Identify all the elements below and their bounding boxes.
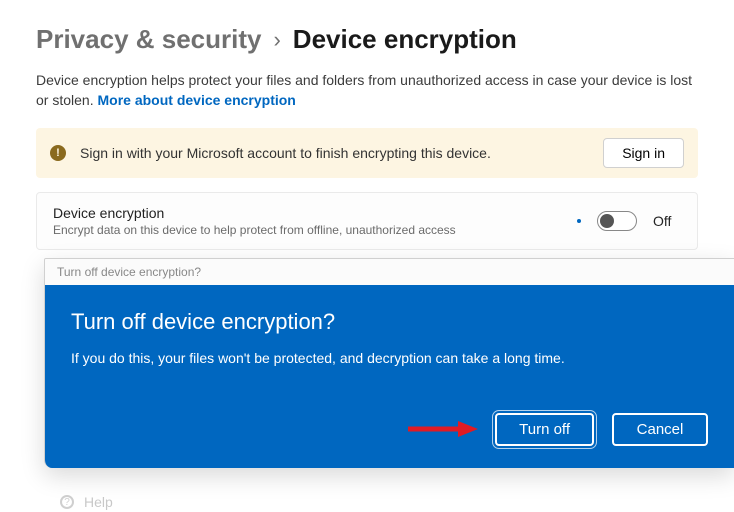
warning-icon: ! (50, 145, 66, 161)
page-title: Device encryption (293, 24, 517, 55)
toggle-state-label: Off (653, 213, 681, 229)
setting-title: Device encryption (53, 205, 561, 221)
infobar-message: Sign in with your Microsoft account to f… (80, 145, 589, 161)
status-dot-icon (577, 219, 581, 223)
dialog-heading: Turn off device encryption? (71, 309, 708, 335)
turn-off-button[interactable]: Turn off (495, 413, 594, 446)
cancel-button[interactable]: Cancel (612, 413, 708, 446)
setting-subtitle: Encrypt data on this device to help prot… (53, 223, 561, 237)
help-link[interactable]: ? Help (60, 494, 113, 510)
sign-in-infobar: ! Sign in with your Microsoft account to… (36, 128, 698, 178)
device-encryption-setting: Device encryption Encrypt data on this d… (36, 192, 698, 250)
confirm-dialog: Turn off device encryption? Turn off dev… (44, 258, 734, 468)
toggle-knob (600, 214, 614, 228)
chevron-right-icon: › (273, 27, 280, 53)
help-label: Help (84, 494, 113, 510)
sign-in-button[interactable]: Sign in (603, 138, 684, 168)
help-icon: ? (60, 495, 74, 509)
learn-more-link[interactable]: More about device encryption (97, 92, 295, 108)
device-encryption-toggle[interactable] (597, 211, 637, 231)
breadcrumb: Privacy & security › Device encryption (36, 24, 698, 55)
breadcrumb-parent[interactable]: Privacy & security (36, 24, 261, 55)
dialog-message: If you do this, your files won't be prot… (71, 349, 708, 369)
annotation-arrow-icon (408, 419, 478, 439)
page-description: Device encryption helps protect your fil… (36, 71, 698, 110)
dialog-titlebar: Turn off device encryption? (45, 259, 734, 285)
